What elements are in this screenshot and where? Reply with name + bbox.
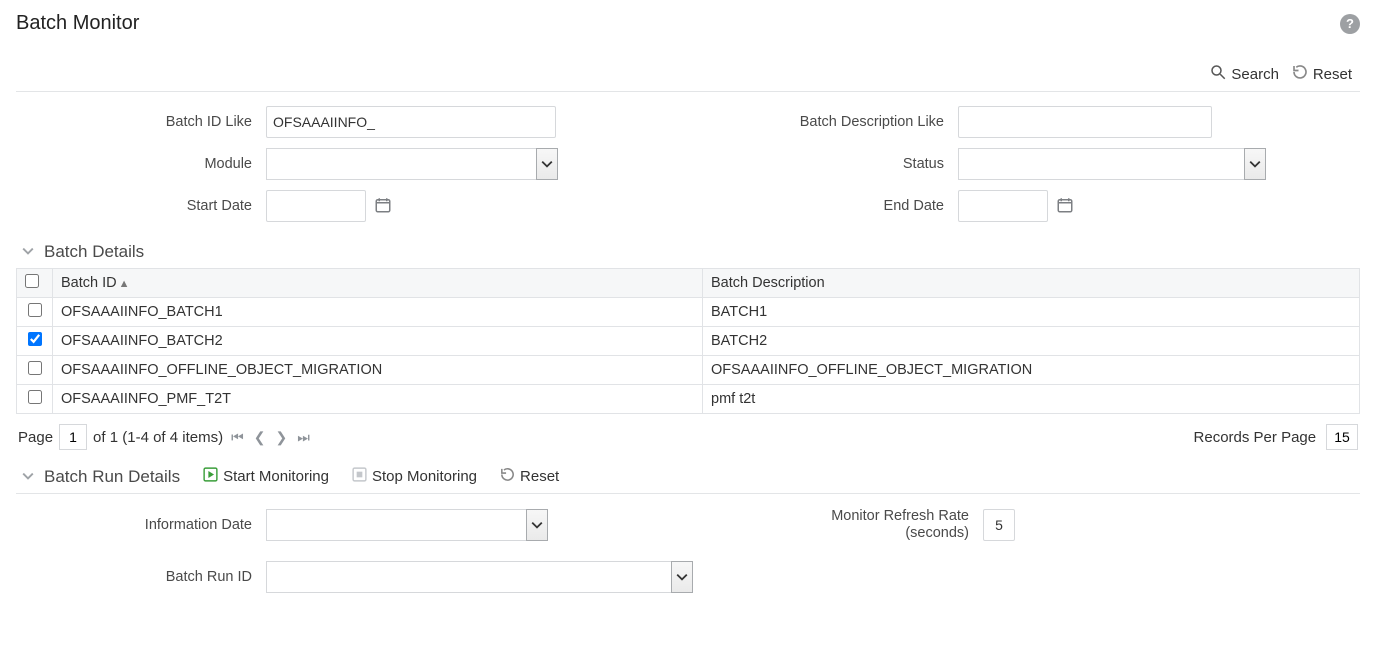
stop-monitoring-label: Stop Monitoring	[372, 468, 477, 485]
chevron-down-icon[interactable]	[536, 148, 558, 180]
batch-id-like-input[interactable]	[266, 106, 556, 138]
last-page-button[interactable]: ⏭	[295, 429, 312, 446]
prev-page-button[interactable]: ❮	[252, 429, 268, 446]
end-date-label: End Date	[708, 198, 958, 214]
information-date-display	[266, 509, 526, 541]
status-select[interactable]	[958, 148, 1266, 180]
batch-details-collapse-toggle[interactable]	[22, 244, 34, 260]
chevron-down-icon[interactable]	[671, 561, 693, 593]
search-icon	[1209, 63, 1227, 85]
batch-desc-like-input[interactable]	[958, 106, 1212, 138]
first-page-button[interactable]: ⏮	[229, 429, 246, 446]
reset-icon	[499, 466, 516, 487]
records-per-page-input[interactable]	[1326, 424, 1358, 450]
batch-run-reset-button[interactable]: Reset	[499, 466, 559, 487]
batch-id-like-label: Batch ID Like	[16, 114, 266, 130]
col-batch-id-label: Batch ID	[61, 275, 117, 291]
stop-monitoring-button[interactable]: Stop Monitoring	[351, 466, 477, 487]
row-checkbox[interactable]	[28, 332, 42, 346]
module-select-display	[266, 148, 536, 180]
table-row[interactable]: OFSAAAIINFO_BATCH2BATCH2	[17, 327, 1360, 356]
module-label: Module	[16, 156, 266, 172]
batch-details-table: Batch ID▲ Batch Description OFSAAAIINFO_…	[16, 268, 1360, 414]
monitor-refresh-label: Monitor Refresh Rate (seconds)	[733, 508, 983, 543]
page-label: Page	[18, 429, 53, 446]
row-checkbox[interactable]	[28, 361, 42, 375]
cell-batch-desc: OFSAAAIINFO_OFFLINE_OBJECT_MIGRATION	[703, 356, 1360, 385]
records-per-page-label: Records Per Page	[1194, 429, 1317, 446]
information-date-select[interactable]	[266, 509, 548, 541]
calendar-icon	[374, 196, 392, 217]
help-button[interactable]: ?	[1340, 14, 1360, 34]
col-batch-desc-label: Batch Description	[711, 275, 825, 291]
search-button-label: Search	[1231, 66, 1279, 83]
next-page-button[interactable]: ❯	[273, 429, 289, 446]
page-number-input[interactable]	[59, 424, 87, 450]
start-date-calendar-button[interactable]	[372, 195, 394, 217]
col-batch-desc[interactable]: Batch Description	[703, 269, 1360, 298]
calendar-icon	[1056, 196, 1074, 217]
cell-batch-id: OFSAAAIINFO_PMF_T2T	[53, 385, 703, 414]
play-icon	[202, 466, 219, 487]
batch-run-reset-label: Reset	[520, 468, 559, 485]
col-batch-id[interactable]: Batch ID▲	[53, 269, 703, 298]
chevron-left-icon: ❮	[254, 429, 266, 445]
row-checkbox[interactable]	[28, 303, 42, 317]
cell-batch-id: OFSAAAIINFO_BATCH1	[53, 298, 703, 327]
batch-run-details-title: Batch Run Details	[44, 467, 180, 487]
select-all-checkbox[interactable]	[25, 274, 39, 288]
chevron-right-icon: ❯	[275, 429, 287, 445]
batch-run-id-select[interactable]	[266, 561, 693, 593]
table-row[interactable]: OFSAAAIINFO_BATCH1BATCH1	[17, 298, 1360, 327]
status-label: Status	[708, 156, 958, 172]
table-row[interactable]: OFSAAAIINFO_PMF_T2Tpmf t2t	[17, 385, 1360, 414]
search-button[interactable]: Search	[1209, 63, 1279, 85]
module-select[interactable]	[266, 148, 558, 180]
sort-asc-icon: ▲	[119, 278, 130, 290]
chevron-down-icon[interactable]	[1244, 148, 1266, 180]
last-page-icon: ⏭	[297, 429, 310, 445]
reset-button[interactable]: Reset	[1291, 63, 1352, 85]
status-select-display	[958, 148, 1244, 180]
reset-icon	[1291, 63, 1309, 85]
page-title: Batch Monitor	[16, 12, 139, 35]
information-date-label: Information Date	[16, 517, 266, 533]
batch-run-id-display	[266, 561, 671, 593]
batch-run-collapse-toggle[interactable]	[22, 469, 34, 485]
end-date-input[interactable]	[958, 190, 1048, 222]
batch-details-title: Batch Details	[44, 242, 144, 262]
end-date-calendar-button[interactable]	[1054, 195, 1076, 217]
start-date-input[interactable]	[266, 190, 366, 222]
cell-batch-desc: BATCH2	[703, 327, 1360, 356]
batch-desc-like-label: Batch Description Like	[708, 114, 958, 130]
cell-batch-id: OFSAAAIINFO_BATCH2	[53, 327, 703, 356]
monitor-refresh-input[interactable]	[983, 509, 1015, 541]
reset-button-label: Reset	[1313, 66, 1352, 83]
cell-batch-id: OFSAAAIINFO_OFFLINE_OBJECT_MIGRATION	[53, 356, 703, 385]
select-all-header[interactable]	[17, 269, 53, 298]
chevron-down-icon	[22, 244, 34, 260]
stop-icon	[351, 466, 368, 487]
start-monitoring-label: Start Monitoring	[223, 468, 329, 485]
start-monitoring-button[interactable]: Start Monitoring	[202, 466, 329, 487]
monitor-refresh-label-line1: Monitor Refresh Rate	[831, 508, 969, 524]
table-row[interactable]: OFSAAAIINFO_OFFLINE_OBJECT_MIGRATIONOFSA…	[17, 356, 1360, 385]
page-of-text: of 1 (1-4 of 4 items)	[93, 429, 223, 446]
first-page-icon: ⏮	[231, 429, 244, 445]
cell-batch-desc: BATCH1	[703, 298, 1360, 327]
start-date-label: Start Date	[16, 198, 266, 214]
monitor-refresh-label-line2: (seconds)	[905, 525, 969, 541]
cell-batch-desc: pmf t2t	[703, 385, 1360, 414]
chevron-down-icon[interactable]	[526, 509, 548, 541]
chevron-down-icon	[22, 469, 34, 485]
batch-run-id-label: Batch Run ID	[16, 569, 266, 585]
row-checkbox[interactable]	[28, 390, 42, 404]
